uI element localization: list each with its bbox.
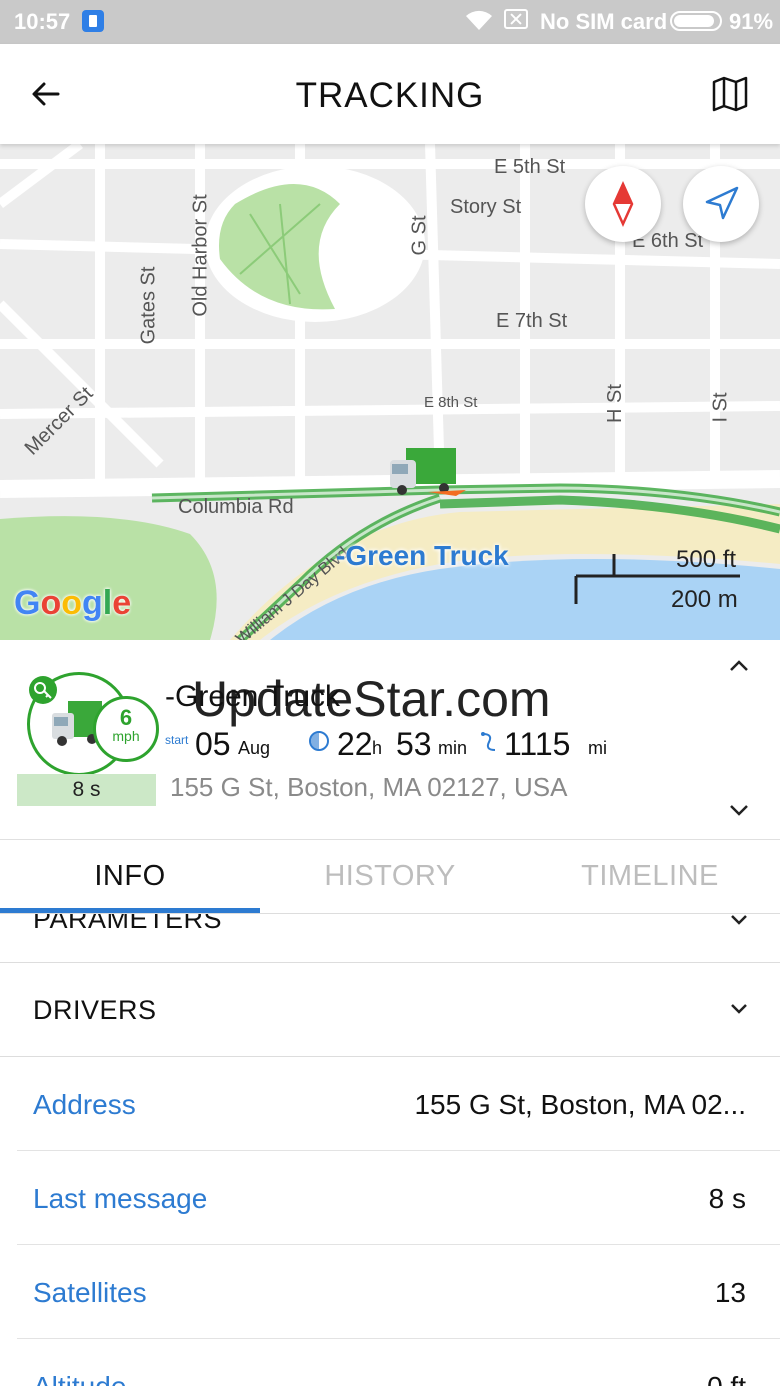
clock-icon [309, 731, 329, 751]
active-tab-indicator [0, 908, 260, 913]
my-location-button[interactable] [683, 166, 759, 242]
wifi-icon [466, 10, 492, 30]
row-key: Address [33, 1089, 136, 1120]
chevron-down-icon [731, 915, 747, 925]
compass-button[interactable] [585, 166, 661, 242]
row-key: Altitude [33, 1371, 126, 1386]
speed-unit: mph [112, 728, 140, 744]
duration-hours: 22 [337, 726, 373, 762]
battery-icon [670, 11, 722, 31]
compass-icon [612, 180, 634, 228]
app-bar: TRACKING [0, 44, 780, 144]
duration-minutes-unit: min [438, 738, 468, 758]
chevron-up-icon[interactable] [726, 656, 752, 676]
street-label: I St [709, 392, 732, 423]
scale-imperial: 500 ft [676, 546, 737, 573]
tab-bar: INFO HISTORY TIMELINE [0, 840, 780, 914]
street-label: E 5th St [494, 156, 566, 178]
street-label: Old Harbor St [189, 194, 212, 317]
page-title: TRACKING [295, 76, 485, 115]
section-drivers[interactable]: DRIVERS [0, 963, 780, 1057]
scale-metric: 200 m [671, 586, 738, 613]
section-label: DRIVERS [33, 995, 157, 1025]
info-list[interactable]: PARAMETERS DRIVERS Address 155 G St, Bos… [0, 914, 780, 1386]
row-key: Last message [33, 1183, 208, 1214]
row-key: Satellites [33, 1277, 147, 1308]
map-unit-label: -Green Truck [336, 540, 509, 571]
speed-badge: 6 mph [93, 696, 159, 762]
tab-history[interactable]: HISTORY [260, 860, 520, 893]
street-label: E 7th St [496, 310, 568, 332]
battery-percent: 91% [729, 9, 774, 34]
row-value: 8 s [708, 1183, 746, 1214]
carrier-text: No SIM card [540, 9, 668, 34]
ignition-key-icon [29, 676, 57, 704]
street-label: Story St [450, 196, 522, 218]
row-value: 155 G St, Boston, MA 02... [414, 1089, 746, 1120]
google-logo: Google [14, 584, 132, 622]
mileage-unit: mi [588, 738, 607, 758]
start-label: start [165, 733, 189, 747]
start-day: 05 [195, 726, 231, 762]
unit-address: 155 G St, Boston, MA 02127, USA [170, 772, 568, 802]
chevron-down-icon[interactable] [726, 800, 752, 820]
section-label: PARAMETERS [33, 914, 223, 934]
tab-timeline[interactable]: TIMELINE [520, 860, 780, 893]
street-label: E 8th St [424, 394, 478, 411]
unit-panel[interactable]: 6 mph 8 s -Green Truck UpdateStar.com st… [0, 640, 780, 840]
info-row-altitude: Altitude 0 ft [17, 1339, 780, 1386]
no-sim-icon [504, 9, 528, 29]
start-month: Aug [238, 738, 271, 758]
last-update-badge: 8 s [17, 774, 156, 806]
street-label: Gates St [137, 266, 160, 345]
info-row-satellites: Satellites 13 [17, 1245, 780, 1339]
chevron-down-icon [731, 1004, 747, 1014]
route-icon [481, 732, 496, 751]
tab-info[interactable]: INFO [0, 860, 260, 893]
duration-minutes: 53 [396, 726, 432, 762]
row-value: 13 [714, 1277, 746, 1308]
speed-value: 6 [119, 705, 133, 730]
street-label: H St [603, 384, 626, 423]
watermark: UpdateStar.com [192, 671, 551, 727]
duration-hours-unit: h [372, 738, 383, 758]
street-label: Columbia Rd [178, 496, 294, 518]
map-view[interactable]: E 5th St Story St G St Old Harbor St Gat… [0, 144, 780, 640]
row-value: 0 ft [707, 1371, 746, 1386]
info-row-address: Address 155 G St, Boston, MA 02... [17, 1057, 780, 1151]
sim-app-icon [82, 10, 104, 32]
status-time: 10:57 [14, 9, 71, 34]
section-parameters[interactable]: PARAMETERS [0, 914, 780, 963]
navigation-arrow-icon [705, 186, 739, 220]
mileage-value: 1115 [504, 726, 571, 762]
status-bar: 10:57 No SIM card 91% [0, 0, 780, 44]
map-icon[interactable] [710, 74, 750, 114]
info-row-last-message: Last message 8 s [17, 1151, 780, 1245]
street-label: G St [408, 215, 431, 256]
